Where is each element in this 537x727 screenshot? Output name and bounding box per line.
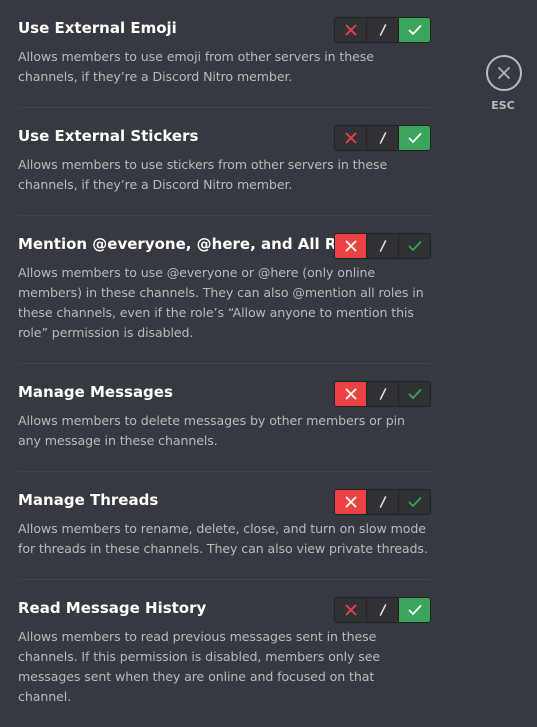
allow-button[interactable]	[398, 490, 430, 514]
x-icon	[345, 604, 356, 616]
permission-row-use-external-stickers: Use External Stickers Allows members to …	[18, 108, 431, 216]
check-icon	[408, 25, 421, 35]
deny-button[interactable]	[335, 18, 366, 42]
close-icon[interactable]	[486, 55, 522, 91]
deny-button[interactable]	[335, 382, 366, 406]
slash-icon	[379, 496, 386, 508]
permission-description: Allows members to rename, delete, close,…	[18, 521, 428, 556]
x-icon	[345, 132, 356, 144]
check-icon	[408, 605, 421, 615]
x-icon	[345, 240, 356, 252]
passthrough-button[interactable]	[366, 126, 398, 150]
permission-description: Allows members to use @everyone or @here…	[18, 265, 424, 340]
deny-button[interactable]	[335, 234, 366, 258]
allow-button[interactable]	[398, 126, 430, 150]
check-icon	[408, 241, 421, 251]
permission-toggle	[334, 597, 431, 623]
permission-row-mention-everyone: Mention @everyone, @here, and All Roles …	[18, 216, 431, 364]
x-icon	[345, 388, 356, 400]
passthrough-button[interactable]	[366, 598, 398, 622]
allow-button[interactable]	[398, 234, 430, 258]
slash-icon	[379, 240, 386, 252]
permission-row-manage-messages: Manage Messages Allows members to delete…	[18, 364, 431, 472]
passthrough-button[interactable]	[366, 234, 398, 258]
passthrough-button[interactable]	[366, 18, 398, 42]
deny-button[interactable]	[335, 126, 366, 150]
allow-button[interactable]	[398, 598, 430, 622]
slash-icon	[379, 24, 386, 36]
permission-description: Allows members to delete messages by oth…	[18, 413, 405, 448]
x-icon	[345, 496, 356, 508]
permission-toggle	[334, 233, 431, 259]
deny-button[interactable]	[335, 598, 366, 622]
check-icon	[408, 389, 421, 399]
check-icon	[408, 497, 421, 507]
permission-row-manage-threads: Manage Threads Allows members to rename,…	[18, 472, 431, 580]
slash-icon	[379, 132, 386, 144]
check-icon	[408, 133, 421, 143]
passthrough-button[interactable]	[366, 490, 398, 514]
allow-button[interactable]	[398, 18, 430, 42]
allow-button[interactable]	[398, 382, 430, 406]
slash-icon	[379, 388, 386, 400]
permission-description: Allows members to read previous messages…	[18, 629, 381, 704]
deny-button[interactable]	[335, 490, 366, 514]
permission-list: Use External Emoji Allows members to use…	[18, 0, 431, 727]
permission-toggle	[334, 17, 431, 43]
permission-description: Allows members to use stickers from othe…	[18, 157, 388, 192]
close-button[interactable]: ESC	[486, 55, 522, 112]
slash-icon	[379, 604, 386, 616]
permission-row-read-message-history: Read Message History Allows members to r…	[18, 580, 431, 727]
permission-row-use-external-emoji: Use External Emoji Allows members to use…	[18, 0, 431, 108]
permission-toggle	[334, 125, 431, 151]
permission-toggle	[334, 489, 431, 515]
passthrough-button[interactable]	[366, 382, 398, 406]
permission-toggle	[334, 381, 431, 407]
permission-description: Allows members to use emoji from other s…	[18, 49, 374, 84]
close-label: ESC	[491, 99, 515, 112]
x-icon	[345, 24, 356, 36]
